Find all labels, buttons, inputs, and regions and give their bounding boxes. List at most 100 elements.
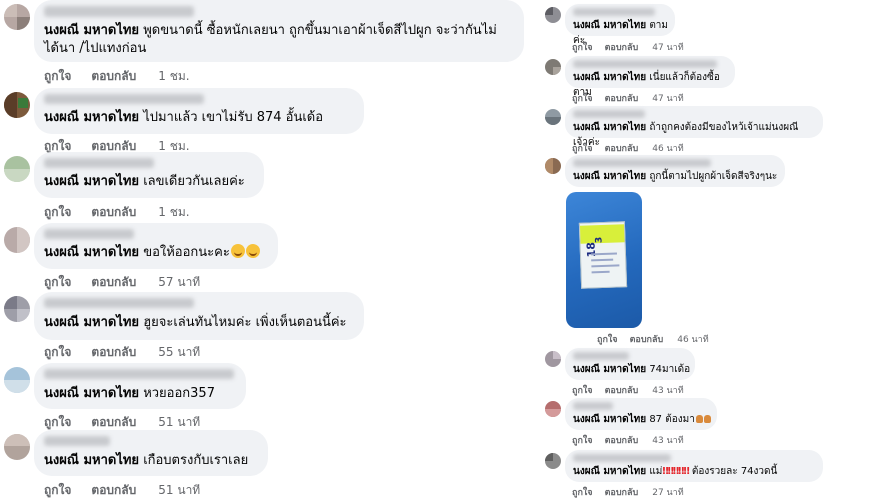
- reply-button[interactable]: ตอบกลับ: [91, 343, 136, 362]
- avatar[interactable]: [545, 109, 561, 125]
- blurred-commenter-name[interactable]: [44, 436, 110, 446]
- reply-button[interactable]: ตอบกลับ: [630, 332, 664, 346]
- mention-author[interactable]: นงผณี มหาดไทย: [44, 245, 139, 260]
- timestamp[interactable]: 57 นาที: [158, 273, 200, 292]
- avatar[interactable]: [4, 92, 30, 118]
- comment-actions: ถูกใจ ตอบกลับ 46 นาที: [572, 141, 684, 155]
- blurred-commenter-name[interactable]: [44, 94, 204, 104]
- reply-button[interactable]: ตอบกลับ: [91, 67, 136, 86]
- avatar[interactable]: [545, 59, 561, 75]
- blurred-commenter-name[interactable]: [44, 6, 194, 17]
- blurred-commenter-name[interactable]: [573, 8, 655, 16]
- like-button[interactable]: ถูกใจ: [44, 481, 71, 498]
- blurred-commenter-name[interactable]: [44, 158, 154, 168]
- reply-button[interactable]: ตอบกลับ: [605, 141, 639, 155]
- blurred-commenter-name[interactable]: [573, 454, 671, 462]
- mention-author[interactable]: นงผณี มหาดไทย: [573, 72, 646, 83]
- mention-author[interactable]: นงผณี มหาดไทย: [44, 453, 139, 468]
- reply-button[interactable]: ตอบกลับ: [605, 40, 639, 54]
- avatar[interactable]: [4, 227, 30, 253]
- grinning-face-icon: [230, 244, 245, 258]
- like-button[interactable]: ถูกใจ: [572, 141, 593, 155]
- timestamp[interactable]: 43 นาที: [652, 433, 683, 447]
- comment-bubble: นงผณี มหาดไทย ถ้าถูกคงต้องมีของไหว้เจ้าแ…: [565, 106, 823, 148]
- timestamp[interactable]: 46 นาที: [677, 332, 708, 346]
- comment-bubble: นงผณี มหาดไทย ตามค่ะ: [565, 4, 675, 46]
- comment-bubble: นงผณี มหาดไทย 87 ต้องมา: [565, 398, 717, 430]
- comment-bubble: นงผณี มหาดไทย แม่‼‼‼‼‼ ต้องรวยละ 74งวดนี…: [565, 450, 823, 482]
- timestamp[interactable]: 46 นาที: [652, 141, 683, 155]
- comment-text: นงผณี มหาดไทย เลขเดียวกันเลยค่ะ: [44, 174, 245, 189]
- blurred-commenter-name[interactable]: [573, 60, 717, 68]
- like-button[interactable]: ถูกใจ: [572, 433, 593, 447]
- mention-author[interactable]: นงผณี มหาดไทย: [44, 174, 139, 189]
- mention-author[interactable]: นงผณี มหาดไทย: [44, 110, 139, 125]
- folded-hands-icon: [703, 415, 711, 423]
- comment-bubble: นงผณี มหาดไทย ฮูยจะเล่นทันไหมค่ะ เพิ่งเห…: [34, 292, 364, 340]
- blurred-commenter-name[interactable]: [573, 159, 711, 167]
- comment-actions: ถูกใจ ตอบกลับ 43 นาที: [572, 383, 684, 397]
- mention-author[interactable]: นงผณี มหาดไทย: [573, 20, 646, 31]
- timestamp[interactable]: 1 ชม.: [158, 203, 189, 222]
- avatar[interactable]: [4, 434, 30, 460]
- comment-text: นงผณี มหาดไทย ฮูยจะเล่นทันไหมค่ะ เพิ่งเห…: [44, 315, 347, 330]
- comment-bubble: นงผณี มหาดไทย พูดขนาดนี้ ซื้อหนักเลยนา ถ…: [34, 0, 524, 62]
- mention-author[interactable]: นงผณี มหาดไทย: [573, 364, 646, 375]
- blurred-commenter-name[interactable]: [44, 229, 134, 239]
- double-exclamation-icon: ‼‼‼‼‼: [662, 466, 689, 477]
- timestamp[interactable]: 1 ชม.: [158, 67, 189, 86]
- comment-text: นงผณี มหาดไทย เกือบตรงกับเราเลย: [44, 453, 249, 468]
- reply-button[interactable]: ตอบกลับ: [91, 481, 136, 498]
- reply-button[interactable]: ตอบกลับ: [91, 203, 136, 222]
- like-button[interactable]: ถูกใจ: [572, 383, 593, 397]
- comment-text: นงผณี มหาดไทย หวยออก357: [44, 386, 215, 401]
- mention-author[interactable]: นงผณี มหาดไทย: [44, 315, 139, 330]
- avatar[interactable]: [4, 296, 30, 322]
- reply-button[interactable]: ตอบกลับ: [605, 485, 639, 498]
- like-button[interactable]: ถูกใจ: [44, 273, 71, 292]
- blurred-commenter-name[interactable]: [573, 110, 645, 118]
- blurred-commenter-name[interactable]: [573, 402, 613, 410]
- timestamp[interactable]: 51 นาที: [158, 481, 200, 498]
- avatar[interactable]: [545, 158, 561, 174]
- avatar[interactable]: [4, 367, 30, 393]
- avatar[interactable]: [545, 401, 561, 417]
- timestamp[interactable]: 55 นาที: [158, 343, 200, 362]
- comment-actions: ถูกใจ ตอบกลับ 57 นาที: [44, 273, 200, 292]
- mention-author[interactable]: นงผณี มหาดไทย: [44, 386, 139, 401]
- reply-button[interactable]: ตอบกลับ: [605, 433, 639, 447]
- comment-bubble: นงผณี มหาดไทย เลขเดียวกันเลยค่ะ: [34, 152, 264, 198]
- mention-author[interactable]: นงผณี มหาดไทย: [573, 171, 646, 182]
- blurred-commenter-name[interactable]: [44, 298, 194, 308]
- like-button[interactable]: ถูกใจ: [572, 91, 593, 105]
- blurred-commenter-name[interactable]: [44, 369, 234, 379]
- mention-author[interactable]: นงผณี มหาดไทย: [573, 122, 646, 133]
- like-button[interactable]: ถูกใจ: [44, 343, 71, 362]
- timestamp[interactable]: 27 นาที: [652, 485, 683, 498]
- attached-lottery-ticket-photo[interactable]: 18 3: [566, 192, 642, 328]
- timestamp[interactable]: 47 นาที: [652, 40, 683, 54]
- lottery-ticket: 18 3: [578, 221, 628, 289]
- comment-actions: ถูกใจ ตอบกลับ 1 ชม.: [44, 67, 190, 86]
- reply-button[interactable]: ตอบกลับ: [605, 91, 639, 105]
- avatar[interactable]: [545, 453, 561, 469]
- avatar[interactable]: [545, 351, 561, 367]
- comment-text: นงผณี มหาดไทย พูดขนาดนี้ ซื้อหนักเลยนา ถ…: [44, 23, 497, 38]
- avatar[interactable]: [545, 7, 561, 23]
- like-button[interactable]: ถูกใจ: [44, 203, 71, 222]
- mention-author[interactable]: นงผณี มหาดไทย: [573, 414, 646, 425]
- like-button[interactable]: ถูกใจ: [572, 40, 593, 54]
- blurred-commenter-name[interactable]: [573, 352, 629, 360]
- mention-author[interactable]: นงผณี มหาดไทย: [44, 23, 139, 38]
- mention-author[interactable]: นงผณี มหาดไทย: [573, 466, 646, 477]
- like-button[interactable]: ถูกใจ: [44, 67, 71, 86]
- timestamp[interactable]: 47 นาที: [652, 91, 683, 105]
- timestamp[interactable]: 43 นาที: [652, 383, 683, 397]
- reply-button[interactable]: ตอบกลับ: [605, 383, 639, 397]
- like-button[interactable]: ถูกใจ: [597, 332, 618, 346]
- reply-button[interactable]: ตอบกลับ: [91, 273, 136, 292]
- comment-bubble: นงผณี มหาดไทย เกือบตรงกับเราเลย: [34, 430, 268, 476]
- avatar[interactable]: [4, 4, 30, 30]
- like-button[interactable]: ถูกใจ: [572, 485, 593, 498]
- avatar[interactable]: [4, 156, 30, 182]
